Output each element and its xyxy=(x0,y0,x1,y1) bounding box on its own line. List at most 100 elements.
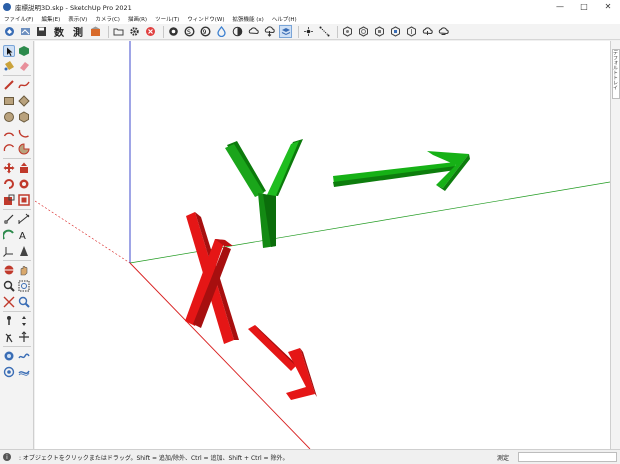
offset-icon[interactable] xyxy=(18,194,30,206)
point-icon[interactable] xyxy=(302,25,315,38)
cloud-share-icon[interactable] xyxy=(437,25,450,38)
toolbar-divider xyxy=(337,25,338,38)
sandbox-scratch-icon[interactable] xyxy=(18,366,30,378)
svg-text:9: 9 xyxy=(203,29,207,36)
settings-gear-icon[interactable] xyxy=(128,25,141,38)
measure-text-button[interactable]: 測 xyxy=(70,25,86,39)
solid-trim-icon[interactable] xyxy=(389,25,402,38)
sketchup-icon[interactable] xyxy=(3,25,16,38)
look-around-icon[interactable] xyxy=(18,315,30,327)
rotate-icon[interactable] xyxy=(3,178,15,190)
menu-file[interactable]: ファイル(F) xyxy=(0,15,37,23)
close-button[interactable]: ✕ xyxy=(596,0,620,13)
walk-alt-icon[interactable] xyxy=(18,331,30,343)
arc-icon[interactable] xyxy=(3,127,15,139)
maximize-button[interactable]: □ xyxy=(572,0,596,13)
position-camera-icon[interactable] xyxy=(3,315,15,327)
x-letter-shape[interactable] xyxy=(185,212,239,344)
main-toolbar: 数 測 S 9 xyxy=(0,24,620,40)
scale-icon[interactable] xyxy=(3,194,15,206)
xray-icon[interactable] xyxy=(215,25,228,38)
paint-bucket-icon[interactable] xyxy=(3,60,15,72)
pencil-line-icon[interactable] xyxy=(3,79,15,91)
three-point-arc-icon[interactable] xyxy=(3,143,15,155)
pie-icon[interactable] xyxy=(18,143,30,155)
solid-intersect-icon[interactable] xyxy=(357,25,370,38)
section-plane-icon[interactable] xyxy=(3,350,15,362)
menu-tools[interactable]: ツール(T) xyxy=(151,15,183,23)
previous-view-icon[interactable] xyxy=(18,296,30,308)
default-tray-tab[interactable]: デフォルトトレイ xyxy=(612,49,620,99)
menu-help[interactable]: ヘルプ(H) xyxy=(268,15,301,23)
title-bar: 座標説明3D.skp - SketchUp Pro 2021 — □ ✕ xyxy=(0,0,620,13)
cloud-sync-icon[interactable] xyxy=(421,25,434,38)
count-text-button[interactable]: 数 xyxy=(51,25,67,39)
move-icon[interactable] xyxy=(3,162,15,174)
menu-draw[interactable]: 描画(R) xyxy=(124,15,151,23)
walk-icon[interactable] xyxy=(3,331,15,343)
menu-extensions[interactable]: 拡張機能 (x) xyxy=(228,15,267,23)
back-edges-icon[interactable] xyxy=(231,25,244,38)
status-bar: i : オブジェクトをクリックまたはドラッグ。Shift = 追加/除外、Ctr… xyxy=(0,449,620,464)
section-fill-icon[interactable]: 9 xyxy=(199,25,212,38)
minimize-button[interactable]: — xyxy=(548,0,572,13)
cloud-download-icon[interactable] xyxy=(263,25,276,38)
status-hint: : オブジェクトをクリックまたはドラッグ。Shift = 追加/除外、Ctrl … xyxy=(19,454,289,462)
3d-text-icon[interactable] xyxy=(18,245,30,257)
solid-subtract-icon[interactable] xyxy=(373,25,386,38)
dimensions-icon[interactable] xyxy=(18,213,30,225)
select-arrow-icon[interactable] xyxy=(3,45,15,57)
palette-divider xyxy=(3,209,31,210)
protractor-icon[interactable] xyxy=(2,229,15,241)
component-icon[interactable] xyxy=(18,45,30,57)
polygon-icon[interactable] xyxy=(18,111,30,123)
two-point-arc-icon[interactable] xyxy=(18,127,30,139)
save-icon[interactable] xyxy=(35,25,48,38)
rotated-rectangle-icon[interactable] xyxy=(18,95,30,107)
warehouse-icon[interactable] xyxy=(89,25,102,38)
solid-union-icon[interactable] xyxy=(341,25,354,38)
circle-icon[interactable] xyxy=(3,111,15,123)
pan-hand-icon[interactable] xyxy=(18,264,30,276)
red-axis-arrow[interactable] xyxy=(248,325,317,400)
toolbar-divider xyxy=(163,25,164,38)
sandbox-contours-icon[interactable] xyxy=(3,366,15,378)
follow-me-icon[interactable] xyxy=(18,178,30,190)
dimension-icon[interactable] xyxy=(318,25,331,38)
text-icon[interactable]: A xyxy=(18,229,30,242)
axes-icon[interactable] xyxy=(3,245,15,257)
menu-camera[interactable]: カメラ(C) xyxy=(91,15,124,23)
palette-divider xyxy=(3,311,31,312)
menu-view[interactable]: 表示(V) xyxy=(64,15,91,23)
zoom-window-icon[interactable] xyxy=(18,280,30,292)
solid-split-icon[interactable] xyxy=(405,25,418,38)
model-info-icon[interactable] xyxy=(19,25,32,38)
menu-window[interactable]: ウィンドウ(W) xyxy=(183,15,228,23)
zoom-extents-icon[interactable] xyxy=(3,296,15,308)
sandbox-icon[interactable] xyxy=(18,350,30,362)
layers-icon[interactable] xyxy=(279,25,292,38)
tape-measure-icon[interactable] xyxy=(3,213,15,225)
orbit-icon[interactable] xyxy=(3,264,15,276)
stop-icon[interactable] xyxy=(144,25,157,38)
info-icon[interactable]: i xyxy=(3,453,11,461)
cloud-upload-icon[interactable] xyxy=(247,25,260,38)
measurements-input[interactable] xyxy=(518,452,617,462)
open-icon[interactable] xyxy=(112,25,125,38)
zoom-icon[interactable] xyxy=(3,280,15,292)
x-label: X xyxy=(35,41,36,42)
window-title: 座標説明3D.skp - SketchUp Pro 2021 xyxy=(15,3,132,12)
rectangle-icon[interactable] xyxy=(3,95,15,107)
menu-edit[interactable]: 編集(E) xyxy=(37,15,64,23)
drawing-viewport[interactable]: X Y xyxy=(35,41,610,449)
section-display-icon[interactable]: S xyxy=(183,25,196,38)
push-pull-icon[interactable] xyxy=(18,162,30,174)
green-axis-arrow[interactable] xyxy=(333,151,470,191)
eraser-icon[interactable] xyxy=(18,60,30,72)
section-icon[interactable] xyxy=(167,25,180,38)
y-letter-shape[interactable] xyxy=(225,139,303,248)
palette-divider xyxy=(3,260,31,261)
palette-divider xyxy=(3,75,31,76)
freehand-icon[interactable] xyxy=(18,79,30,91)
svg-text:S: S xyxy=(187,29,191,36)
